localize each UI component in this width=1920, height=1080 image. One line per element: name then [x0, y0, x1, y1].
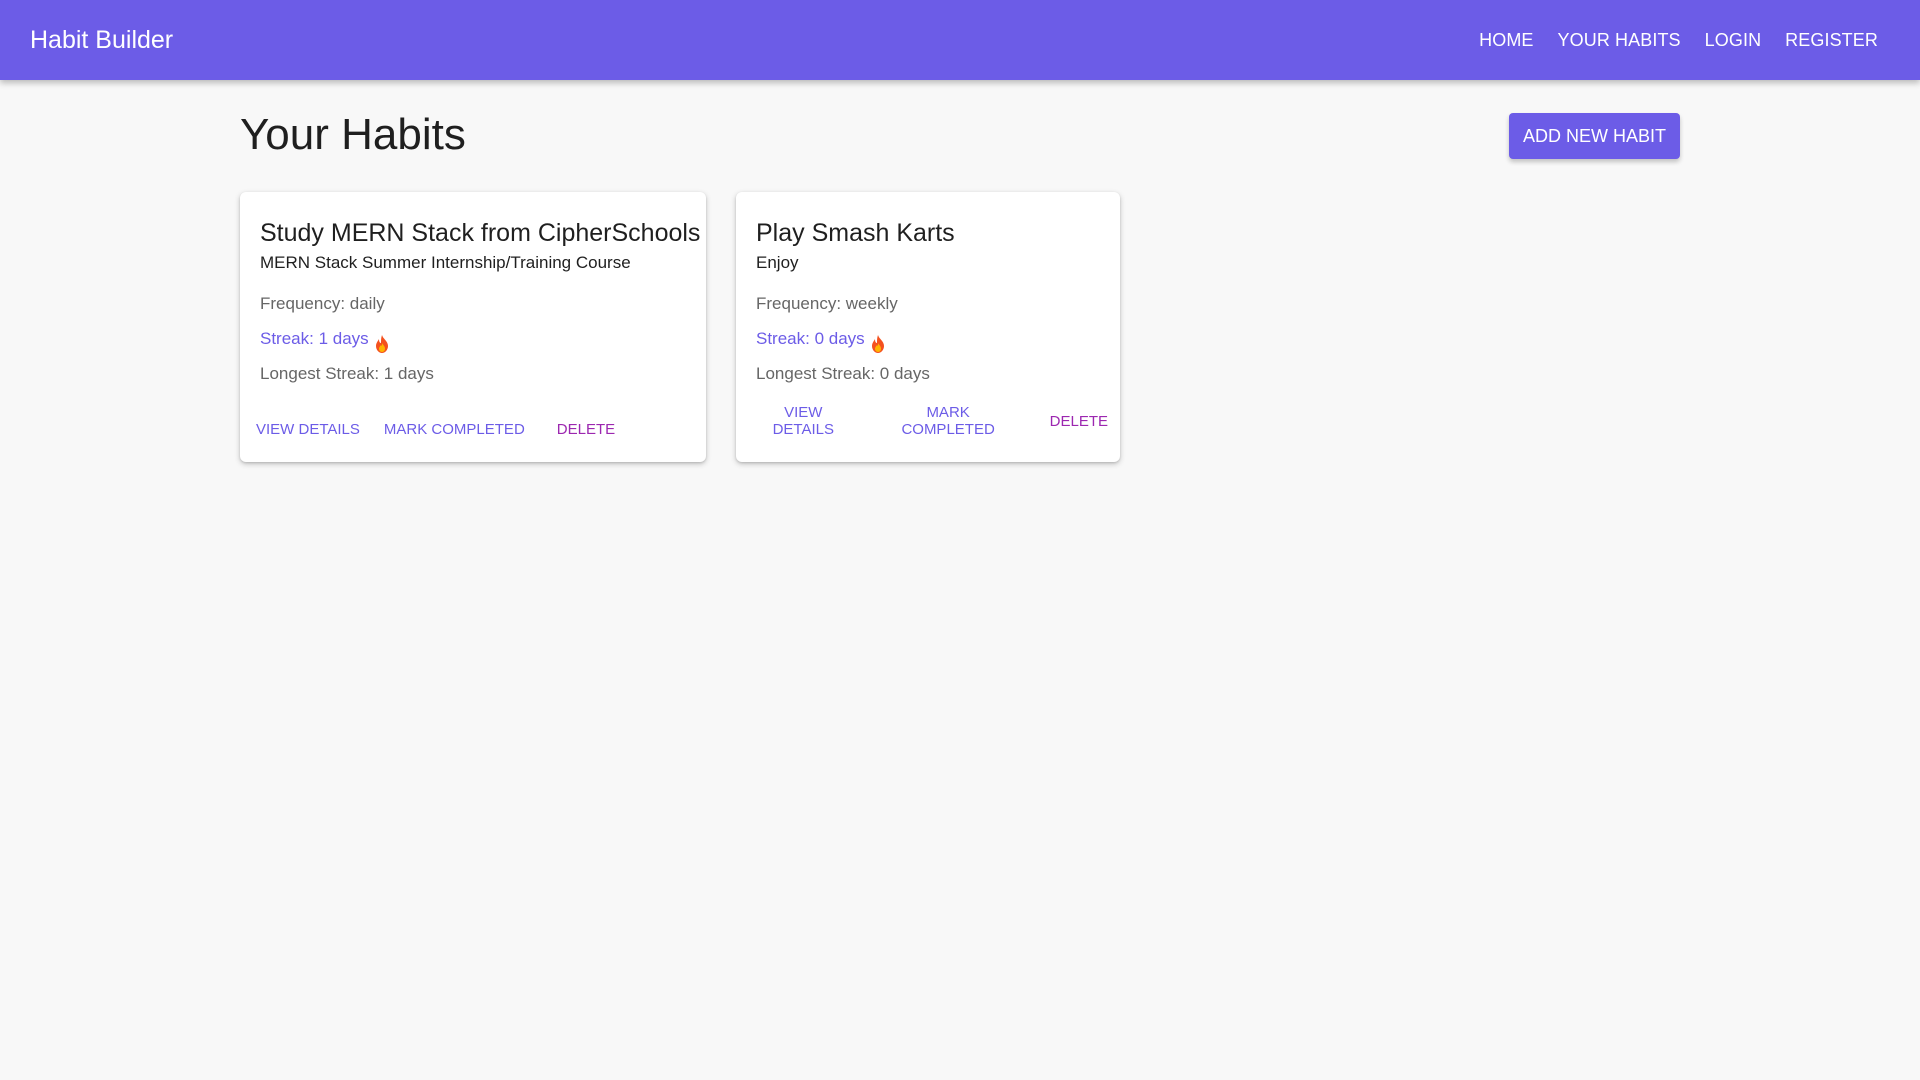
main-content: Your Habits ADD NEW HABIT Study MERN Sta… — [240, 80, 1680, 462]
brand-title[interactable]: Habit Builder — [30, 26, 173, 55]
page-header: Your Habits ADD NEW HABIT — [240, 80, 1680, 192]
habit-card: Study MERN Stack from CipherSchools MERN… — [240, 192, 706, 462]
habit-title: Play Smash Karts — [756, 219, 955, 247]
nav-login[interactable]: LOGIN — [1693, 20, 1774, 61]
habit-longest-streak: Longest Streak: 0 days — [756, 364, 930, 383]
page-title: Your Habits — [240, 110, 466, 159]
habit-title: Study MERN Stack from CipherSchools — [260, 219, 701, 247]
habit-description: MERN Stack Summer Internship/Training Co… — [260, 253, 631, 272]
habit-list: Study MERN Stack from CipherSchools MERN… — [240, 192, 1120, 462]
main-nav: HOME YOUR HABITS LOGIN REGISTER — [1467, 20, 1890, 61]
fire-icon — [375, 330, 389, 353]
card-actions: VIEW DETAILS MARK COMPLETED DELETE — [740, 396, 1120, 446]
habit-streak: Streak: 1 days — [260, 329, 369, 348]
habit-streak-row: Streak: 1 days — [260, 321, 686, 356]
app-bar: Habit Builder HOME YOUR HABITS LOGIN REG… — [0, 0, 1920, 80]
nav-your-habits[interactable]: YOUR HABITS — [1546, 20, 1693, 61]
view-details-button[interactable]: VIEW DETAILS — [740, 396, 867, 446]
habit-frequency: Frequency: weekly — [756, 294, 898, 313]
view-details-button[interactable]: VIEW DETAILS — [244, 413, 372, 446]
habit-longest-streak: Longest Streak: 1 days — [260, 364, 434, 383]
nav-home[interactable]: HOME — [1467, 20, 1545, 61]
mark-completed-button[interactable]: MARK COMPLETED — [867, 396, 1030, 446]
habit-description: Enjoy — [756, 253, 799, 272]
nav-register[interactable]: REGISTER — [1773, 20, 1890, 61]
habit-card: Play Smash Karts Enjoy Frequency: weekly… — [736, 192, 1120, 462]
habit-frequency: Frequency: daily — [260, 294, 385, 313]
delete-button[interactable]: DELETE — [545, 413, 627, 446]
delete-button[interactable]: DELETE — [1038, 405, 1120, 438]
add-new-habit-button[interactable]: ADD NEW HABIT — [1509, 113, 1680, 159]
habit-streak: Streak: 0 days — [756, 329, 865, 348]
habit-streak-row: Streak: 0 days — [756, 321, 1100, 356]
fire-icon — [871, 330, 885, 353]
card-actions: VIEW DETAILS MARK COMPLETED DELETE — [244, 413, 627, 446]
mark-completed-button[interactable]: MARK COMPLETED — [372, 413, 537, 446]
